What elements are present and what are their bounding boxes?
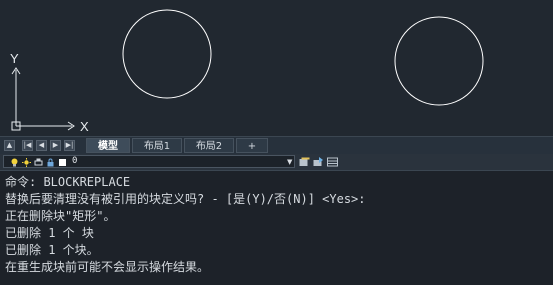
ucs-x-label: X — [80, 119, 89, 134]
layout-tab-bar: ▲ |◀ ◀ ▶ ▶| 模型 布局1 布局2 + — [0, 136, 553, 154]
first-tab-icon[interactable]: |◀ — [22, 140, 33, 151]
lock-icon — [47, 158, 54, 167]
tab-menu-icon[interactable]: ▲ — [4, 140, 15, 151]
add-layout-button[interactable]: + — [236, 138, 268, 153]
layer-dropdown[interactable]: 0 ▼ — [3, 155, 295, 168]
circle-left[interactable] — [122, 9, 212, 99]
print-icon — [34, 158, 43, 166]
drawing-canvas[interactable]: Y X — [0, 0, 553, 136]
tab-model[interactable]: 模型 — [86, 138, 130, 153]
ucs-y-label: Y — [10, 51, 19, 66]
command-line-6: 在重生成块前可能不会显示操作结果。 — [5, 260, 210, 274]
next-tab-icon[interactable]: ▶ — [50, 140, 61, 151]
last-tab-icon[interactable]: ▶| — [64, 140, 75, 151]
circle-right[interactable] — [394, 16, 484, 106]
command-history: 命令: BLOCKREPLACE 替换后要清理没有被引用的块定义吗? - [是(… — [0, 171, 553, 285]
command-line-1: 命令: BLOCKREPLACE — [5, 175, 131, 189]
ucs-icon — [11, 67, 75, 131]
tab-layout1[interactable]: 布局1 — [132, 138, 182, 153]
prev-tab-icon[interactable]: ◀ — [36, 140, 47, 151]
command-line-3: 正在删除块"矩形"。 — [5, 209, 116, 223]
command-line-4: 已删除 1 个 块 — [5, 226, 94, 240]
layer-state-icon[interactable] — [327, 157, 338, 167]
layer-toolbar: 0 ▼ — [0, 154, 553, 171]
sun-icon — [22, 158, 31, 167]
color-swatch-icon — [59, 159, 66, 166]
make-current-layer-icon[interactable] — [313, 157, 324, 167]
command-line-5: 已删除 1 个块。 — [5, 243, 99, 257]
layer-properties-icon[interactable] — [299, 157, 310, 167]
current-layer-name: 0 — [72, 156, 78, 166]
tab-layout2[interactable]: 布局2 — [184, 138, 234, 153]
command-line-2: 替换后要清理没有被引用的块定义吗? - [是(Y)/否(N)] <Yes>: — [5, 192, 366, 206]
lightbulb-icon — [11, 158, 18, 167]
chevron-down-icon[interactable]: ▼ — [287, 157, 292, 168]
